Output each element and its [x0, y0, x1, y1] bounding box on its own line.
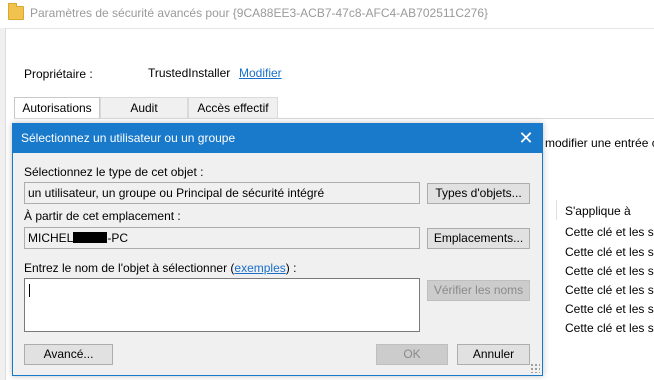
- list-item[interactable]: Cette clé et les sc: [565, 225, 654, 239]
- location-value-prefix: MICHEL: [28, 231, 74, 245]
- tab-divider: [14, 118, 654, 119]
- list-item[interactable]: Cette clé et les sc: [565, 264, 654, 278]
- list-item[interactable]: Cette clé et les sc: [565, 283, 654, 297]
- tab-acces-effectif[interactable]: Accès effectif: [188, 97, 278, 119]
- background-left-border: [0, 28, 6, 380]
- owner-value: TrustedInstaller: [148, 66, 231, 80]
- text-caret: [29, 284, 30, 297]
- advanced-button[interactable]: Avancé...: [24, 344, 113, 365]
- background-titlebar: Paramètres de sécurité avancés pour {9CA…: [0, 0, 654, 29]
- object-name-label-suffix: ) :: [285, 261, 297, 275]
- cancel-button[interactable]: Annuler: [457, 344, 530, 365]
- list-item[interactable]: Cette clé et les sc: [565, 245, 654, 259]
- resize-grip-icon[interactable]: [530, 363, 540, 373]
- object-name-label: Entrez le nom de l'objet à sélectionner …: [24, 261, 296, 275]
- change-owner-link[interactable]: Modifier: [239, 66, 282, 80]
- object-name-input[interactable]: [24, 278, 420, 332]
- list-item[interactable]: Cette clé et les sc: [565, 321, 654, 335]
- redacted-block: [73, 232, 108, 243]
- select-user-dialog: Sélectionnez un utilisateur ou un groupe…: [12, 123, 543, 376]
- list-item[interactable]: Cette clé et les sc: [565, 302, 654, 316]
- dialog-titlebar[interactable]: Sélectionnez un utilisateur ou un groupe…: [13, 124, 542, 153]
- applies-to-column-header[interactable]: S'applique à: [565, 204, 631, 218]
- object-types-button[interactable]: Types d'objets...: [427, 183, 530, 204]
- check-names-button[interactable]: Vérifier les noms: [427, 280, 530, 301]
- location-label: À partir de cet emplacement :: [24, 209, 181, 223]
- tab-audit[interactable]: Audit: [100, 97, 188, 119]
- close-icon[interactable]: ✕: [510, 124, 542, 153]
- location-value-suffix: -PC: [107, 231, 129, 245]
- locations-button[interactable]: Emplacements...: [427, 228, 530, 249]
- object-type-field: un utilisateur, un groupe ou Principal d…: [24, 182, 420, 204]
- tab-autorisations[interactable]: Autorisations: [14, 97, 100, 119]
- object-name-label-text: Entrez le nom de l'objet à sélectionner …: [24, 261, 235, 275]
- examples-link[interactable]: exemples: [234, 261, 285, 275]
- location-field: MICHEL -PC: [24, 227, 420, 249]
- ok-button[interactable]: OK: [376, 344, 448, 365]
- instruction-text-partial: modifier une entrée c: [545, 136, 654, 150]
- dialog-title: Sélectionnez un utilisateur ou un groupe: [21, 131, 236, 145]
- background-window-title: Paramètres de sécurité avancés pour {9CA…: [30, 6, 489, 20]
- column-separator: [556, 200, 557, 220]
- folder-icon: [8, 3, 24, 20]
- owner-label: Propriétaire :: [24, 67, 93, 81]
- object-type-label: Sélectionnez le type de cet objet :: [24, 165, 204, 179]
